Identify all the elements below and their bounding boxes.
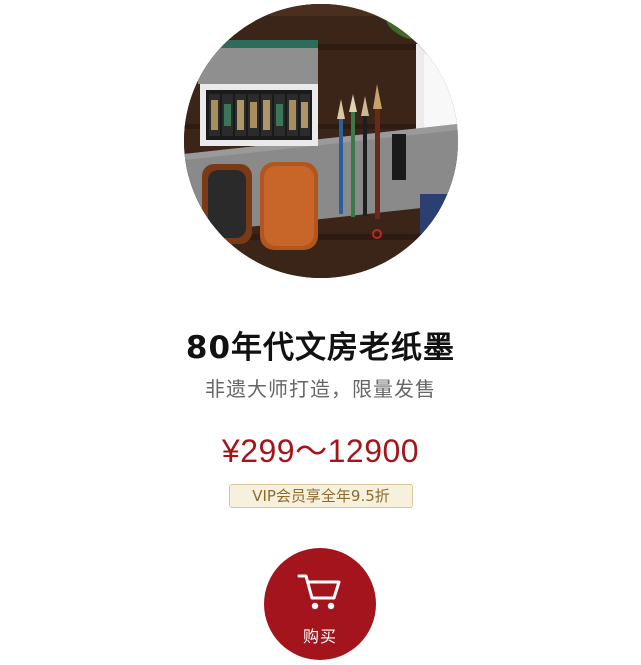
buy-button-label: 购买 — [302, 627, 337, 646]
product-title: 80年代文房老纸墨 — [185, 330, 456, 366]
product-card: 80年代文房老纸墨 非遗大师打造，限量发售 ¥299～12900 VIP会员享全… — [0, 0, 641, 665]
shopping-cart-icon — [297, 574, 341, 610]
vip-discount-badge: VIP会员享全年9.5折 — [229, 484, 413, 508]
product-subtitle: 非遗大师打造，限量发售 — [205, 377, 436, 401]
price-range: ¥299～12900 — [221, 433, 420, 469]
product-image[interactable] — [184, 4, 458, 278]
product-photo-illustration — [184, 4, 458, 278]
buy-button[interactable]: 购买 — [264, 548, 376, 660]
